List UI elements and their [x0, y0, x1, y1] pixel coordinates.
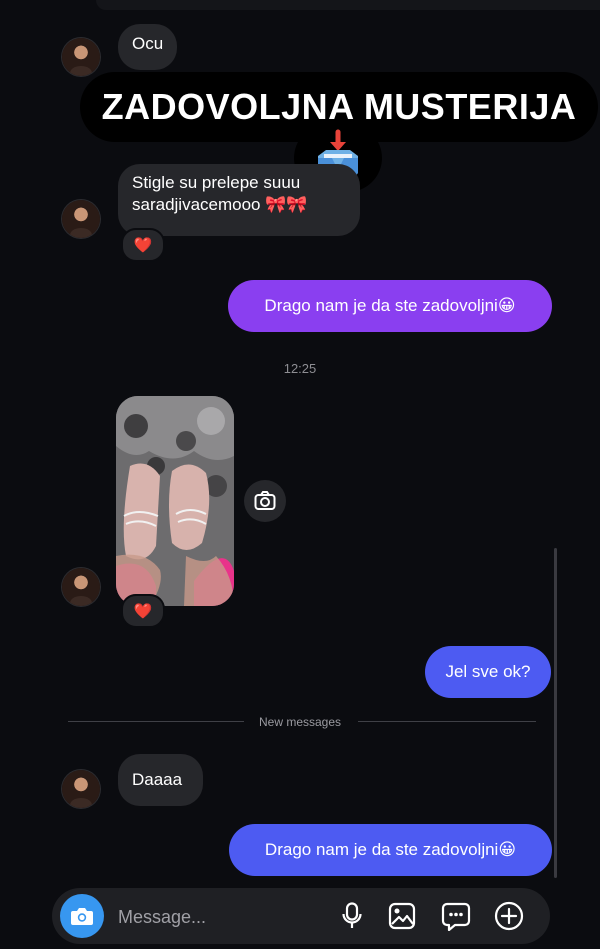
contact-avatar[interactable] [62, 770, 100, 808]
message-text-line: saradjivacemooo 🎀🎀 [132, 195, 308, 214]
new-messages-label: New messages [258, 715, 342, 729]
outgoing-message[interactable]: Drago nam je da ste zadovoljni😀 [228, 280, 552, 332]
top-edge [96, 0, 600, 10]
heart-icon: ❤️ [133, 603, 153, 620]
heart-reaction[interactable]: ❤️ [121, 594, 165, 628]
microphone-icon [342, 902, 362, 928]
image-icon [388, 902, 416, 930]
message-text: Drago nam je da ste zadovoljni😀 [264, 840, 517, 859]
message-text: Drago nam je da ste zadovoljni😀 [264, 296, 516, 315]
incoming-message[interactable]: Ocu [118, 24, 178, 70]
outgoing-message[interactable]: Jel sve ok? [425, 646, 551, 698]
gallery-button[interactable] [384, 898, 420, 934]
message-text: Jel sve ok? [445, 662, 531, 681]
message-text: Ocu [132, 34, 164, 53]
timestamp: 12:25 [283, 361, 317, 376]
incoming-message[interactable]: Stigle su prelepe suuu saradjivacemooo 🎀… [118, 164, 360, 236]
banner-text: ZADOVOLJNA MUSTERIJA [101, 86, 577, 127]
heart-icon: ❤️ [133, 237, 153, 254]
incoming-message[interactable]: Daaaa [118, 754, 203, 806]
contact-avatar[interactable] [62, 568, 100, 606]
camera-icon [71, 908, 93, 925]
message-text-line: Stigle su prelepe suuu [132, 173, 301, 192]
sticker-button[interactable] [438, 898, 474, 934]
plus-circle-icon [494, 901, 524, 931]
photo-content [116, 396, 234, 606]
camera-icon [254, 491, 276, 510]
camera-button[interactable] [60, 894, 104, 938]
chat-bubble-icon [441, 902, 471, 931]
message-input[interactable] [116, 902, 320, 932]
more-options-button[interactable] [491, 898, 527, 934]
photo-message[interactable] [116, 396, 234, 606]
save-photo-button[interactable] [244, 480, 286, 522]
message-text: Daaaa [132, 770, 183, 789]
scrollbar[interactable] [554, 548, 557, 878]
voice-message-button[interactable] [334, 898, 370, 934]
heart-reaction[interactable]: ❤️ [121, 228, 165, 262]
outgoing-message[interactable]: Drago nam je da ste zadovoljni😀 [229, 824, 552, 876]
contact-avatar[interactable] [62, 38, 100, 76]
contact-avatar[interactable] [62, 200, 100, 238]
